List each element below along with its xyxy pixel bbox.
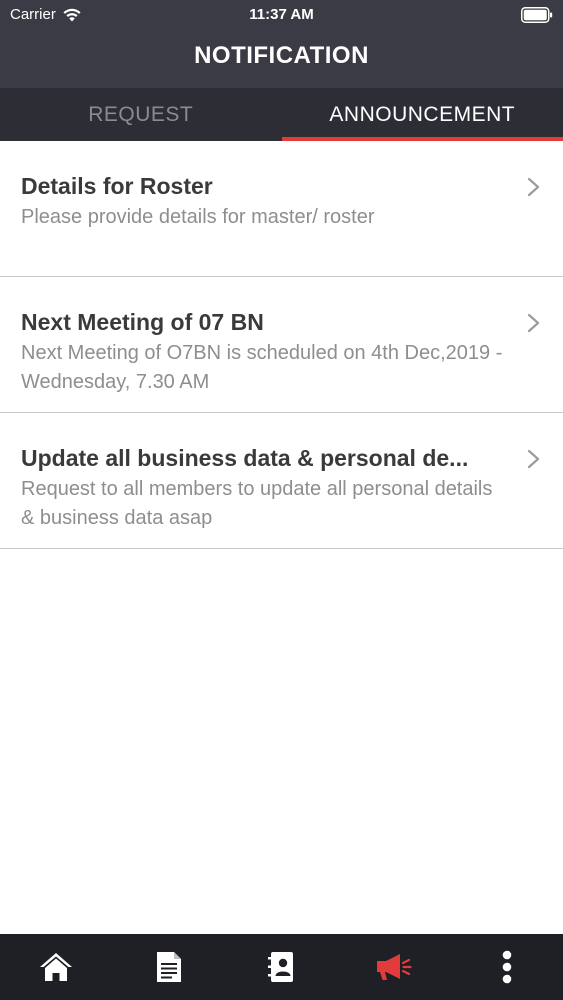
tabbar-home[interactable] (16, 934, 96, 1000)
more-vertical-icon (501, 950, 513, 984)
list-item[interactable]: Update all business data & personal de..… (0, 413, 563, 549)
list-item-title: Update all business data & personal de..… (21, 445, 469, 471)
status-bar: Carrier 11:37 AM (0, 0, 563, 30)
tab-announcement[interactable]: ANNOUNCEMENT (281, 88, 563, 141)
list-item-title: Next Meeting of 07 BN (21, 309, 264, 335)
tabbar-more[interactable] (467, 934, 547, 1000)
header: Carrier 11:37 AM NOTIFICATION (0, 0, 563, 88)
list-item-description: Next Meeting of O7BN is scheduled on 4th… (21, 342, 503, 393)
megaphone-icon (375, 952, 413, 982)
list-item-description: Request to all members to update all per… (21, 478, 493, 529)
tab-request[interactable]: REQUEST (0, 88, 282, 141)
page-title: NOTIFICATION (194, 42, 369, 69)
status-time: 11:37 AM (249, 6, 314, 23)
chevron-right-icon (527, 449, 541, 469)
tabbar-announcements[interactable] (354, 934, 434, 1000)
bottom-tab-bar (0, 934, 563, 1000)
list-item[interactable]: Details for Roster Please provide detail… (0, 141, 563, 277)
segment-tabs: REQUEST ANNOUNCEMENT (0, 88, 563, 141)
chevron-right-icon (527, 177, 541, 197)
home-icon (38, 950, 74, 984)
document-icon (156, 951, 182, 983)
tabbar-contacts[interactable] (241, 934, 321, 1000)
chevron-right-icon (527, 313, 541, 333)
battery-icon (521, 7, 553, 23)
tabbar-documents[interactable] (129, 934, 209, 1000)
list-item-title: Details for Roster (21, 173, 213, 199)
screen: Carrier 11:37 AM NOTIFICATION REQUEST AN… (0, 0, 563, 1000)
contacts-icon (267, 951, 295, 983)
list-item[interactable]: Next Meeting of 07 BN Next Meeting of O7… (0, 277, 563, 413)
list-item-description: Please provide details for master/ roste… (21, 206, 375, 228)
announcement-list: Details for Roster Please provide detail… (0, 141, 563, 549)
